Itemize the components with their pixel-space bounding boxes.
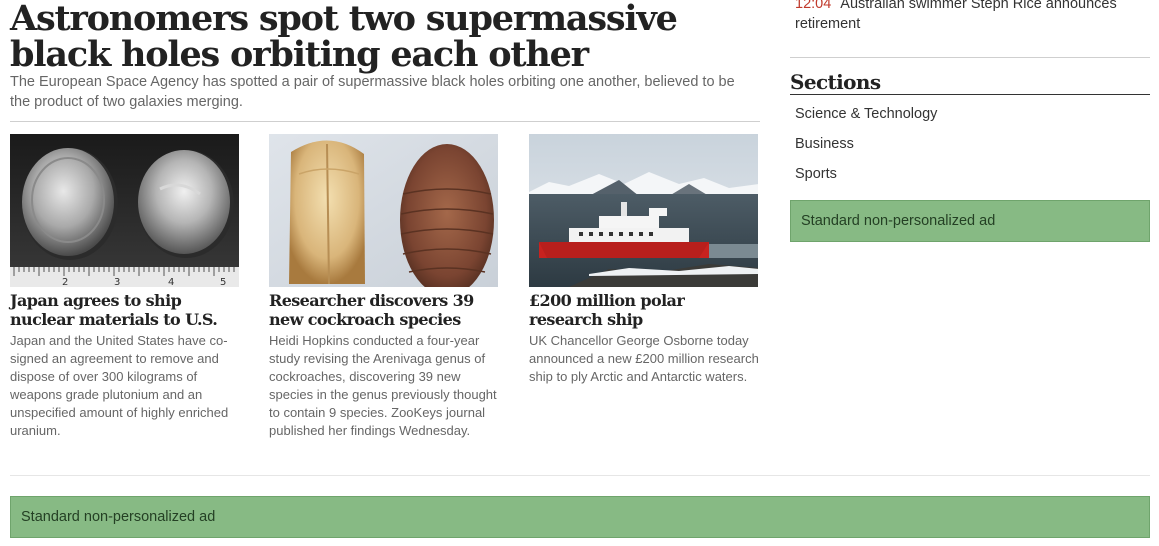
section-link-sports[interactable]: Sports	[795, 164, 937, 194]
story-summary: Heidi Hopkins conducted a four-year stud…	[269, 333, 497, 438]
breaking-news-text: Australian swimmer Steph Rice announces …	[795, 0, 1117, 32]
story-card: Researcher discovers 39 new cockroach sp…	[269, 134, 499, 440]
breaking-news-time: 12:04	[795, 0, 832, 12]
article-headline[interactable]: Astronomers spot two supermassive black …	[10, 1, 760, 73]
cockroach-specimens-photo[interactable]	[269, 134, 498, 287]
polar-research-ship-photo[interactable]	[529, 134, 758, 287]
headline-wrap: Astronomers spot two supermassive black …	[10, 1, 760, 73]
section-list: Science & Technology Business Sports	[795, 104, 937, 194]
ruler-label: 5	[220, 277, 226, 287]
sidebar-ad-label: Standard non-personalized ad	[801, 213, 996, 229]
bottom-ad[interactable]: Standard non-personalized ad	[10, 496, 1150, 538]
story-summary: Japan and the United States have co-sign…	[10, 333, 229, 438]
story-title[interactable]: Japan agrees to ship nuclear materials t…	[10, 291, 240, 329]
section-link-business[interactable]: Business	[795, 134, 937, 164]
divider	[10, 121, 760, 122]
story-summary: UK Chancellor George Osborne today annou…	[529, 333, 759, 384]
story-title[interactable]: £200 million polar research ship	[529, 291, 759, 329]
breaking-news-item[interactable]: 12:04 Australian swimmer Steph Rice annou…	[795, 0, 1145, 34]
divider	[10, 475, 1150, 476]
divider	[790, 57, 1150, 58]
story-card: 2 3 4 5 Japan agrees to ship nuclear materi…	[10, 134, 240, 440]
story-title[interactable]: Researcher discovers 39 new cockroach sp…	[269, 291, 499, 329]
story-card: £200 million polar research ship UK Chan…	[529, 134, 759, 386]
section-link-science-technology[interactable]: Science & Technology	[795, 104, 937, 134]
ruler-label: 2	[62, 277, 68, 287]
ruler-label: 4	[168, 277, 174, 287]
sections-heading: Sections	[790, 70, 1150, 95]
story-cards: 2 3 4 5 Japan agrees to ship nuclear materi…	[10, 134, 760, 464]
ruler-label: 3	[114, 277, 120, 287]
bottom-ad-label: Standard non-personalized ad	[21, 509, 216, 525]
plutonium-discs-photo[interactable]: 2 3 4 5	[10, 134, 239, 287]
page: Astronomers spot two supermassive black …	[0, 0, 1159, 546]
article-lede: The European Space Agency has spotted a …	[10, 74, 735, 110]
sidebar-ad[interactable]: Standard non-personalized ad	[790, 200, 1150, 242]
